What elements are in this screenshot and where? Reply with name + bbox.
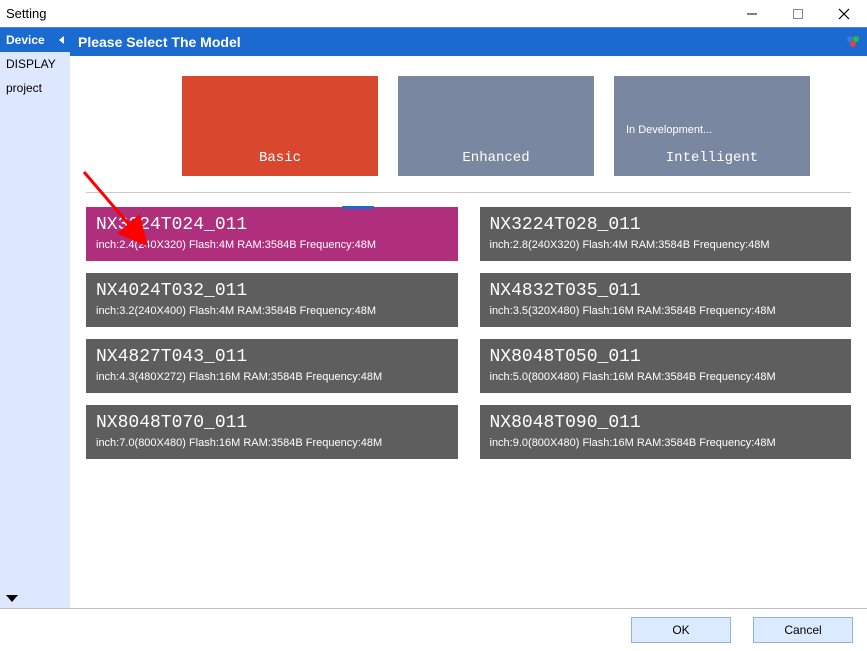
maximize-icon	[792, 8, 804, 20]
tab-basic[interactable]: Basic	[182, 76, 378, 176]
window-minimize-button[interactable]	[729, 0, 775, 28]
cancel-button[interactable]: Cancel	[753, 617, 853, 643]
model-spec: inch:5.0(800X480) Flash:16M RAM:3584B Fr…	[490, 371, 842, 383]
content-header: Please Select The Model	[70, 28, 867, 56]
ok-button[interactable]: OK	[631, 617, 731, 643]
window-maximize-button[interactable]	[775, 0, 821, 28]
minimize-icon	[746, 8, 758, 20]
window-close-button[interactable]	[821, 0, 867, 28]
model-name: NX8048T050_011	[490, 347, 842, 367]
chevron-down-icon[interactable]	[6, 595, 18, 602]
sidebar-item-label: DISPLAY	[6, 57, 56, 71]
model-spec: inch:9.0(800X480) Flash:16M RAM:3584B Fr…	[490, 437, 842, 449]
model-spec: inch:7.0(800X480) Flash:16M RAM:3584B Fr…	[96, 437, 448, 449]
sidebar-item-display[interactable]: DISPLAY	[0, 52, 70, 76]
model-item[interactable]: NX8048T070_011 inch:7.0(800X480) Flash:1…	[86, 405, 458, 459]
model-name: NX8048T090_011	[490, 413, 842, 433]
model-item[interactable]: NX3224T024_011 inch:2.4(240X320) Flash:4…	[86, 207, 458, 261]
tab-label: Intelligent	[666, 150, 758, 166]
model-name: NX3224T028_011	[490, 215, 842, 235]
model-item[interactable]: NX4024T032_011 inch:3.2(240X400) Flash:4…	[86, 273, 458, 327]
model-name: NX4832T035_011	[490, 281, 842, 301]
model-item[interactable]: NX3224T028_011 inch:2.8(240X320) Flash:4…	[480, 207, 852, 261]
model-item[interactable]: NX8048T090_011 inch:9.0(800X480) Flash:1…	[480, 405, 852, 459]
page-title: Please Select The Model	[78, 34, 241, 50]
tab-label: Basic	[259, 150, 301, 166]
model-name: NX4827T043_011	[96, 347, 448, 367]
model-item[interactable]: NX8048T050_011 inch:5.0(800X480) Flash:1…	[480, 339, 852, 393]
tab-label: Enhanced	[462, 150, 529, 166]
model-spec: inch:3.2(240X400) Flash:4M RAM:3584B Fre…	[96, 305, 448, 317]
sidebar: Device DISPLAY project	[0, 28, 70, 608]
model-grid: NX3224T024_011 inch:2.4(240X320) Flash:4…	[70, 193, 867, 459]
sidebar-item-project[interactable]: project	[0, 76, 70, 100]
logo-icon	[845, 33, 861, 49]
sidebar-item-label: project	[6, 81, 42, 95]
window-title: Setting	[6, 6, 46, 21]
active-tab-indicator	[342, 206, 374, 209]
main-area: Device DISPLAY project Please Select The…	[0, 28, 867, 609]
sidebar-item-label: Device	[6, 33, 45, 47]
category-tabs: Basic Enhanced In Development... Intelli…	[70, 56, 867, 176]
model-name: NX3224T024_011	[96, 215, 448, 235]
window-titlebar: Setting	[0, 0, 867, 28]
close-icon	[838, 8, 850, 20]
model-name: NX8048T070_011	[96, 413, 448, 433]
model-item[interactable]: NX4827T043_011 inch:4.3(480X272) Flash:1…	[86, 339, 458, 393]
model-item[interactable]: NX4832T035_011 inch:3.5(320X480) Flash:1…	[480, 273, 852, 327]
model-spec: inch:4.3(480X272) Flash:16M RAM:3584B Fr…	[96, 371, 448, 383]
tab-intelligent[interactable]: In Development... Intelligent	[614, 76, 810, 176]
tab-enhanced[interactable]: Enhanced	[398, 76, 594, 176]
tab-note: In Development...	[626, 124, 712, 136]
content-panel: Please Select The Model Basic Enhanced I…	[70, 28, 867, 608]
model-spec: inch:2.8(240X320) Flash:4M RAM:3584B Fre…	[490, 239, 842, 251]
model-name: NX4024T032_011	[96, 281, 448, 301]
sidebar-item-device[interactable]: Device	[0, 28, 70, 52]
model-spec: inch:2.4(240X320) Flash:4M RAM:3584B Fre…	[96, 239, 448, 251]
dialog-footer: OK Cancel	[0, 609, 867, 651]
model-spec: inch:3.5(320X480) Flash:16M RAM:3584B Fr…	[490, 305, 842, 317]
